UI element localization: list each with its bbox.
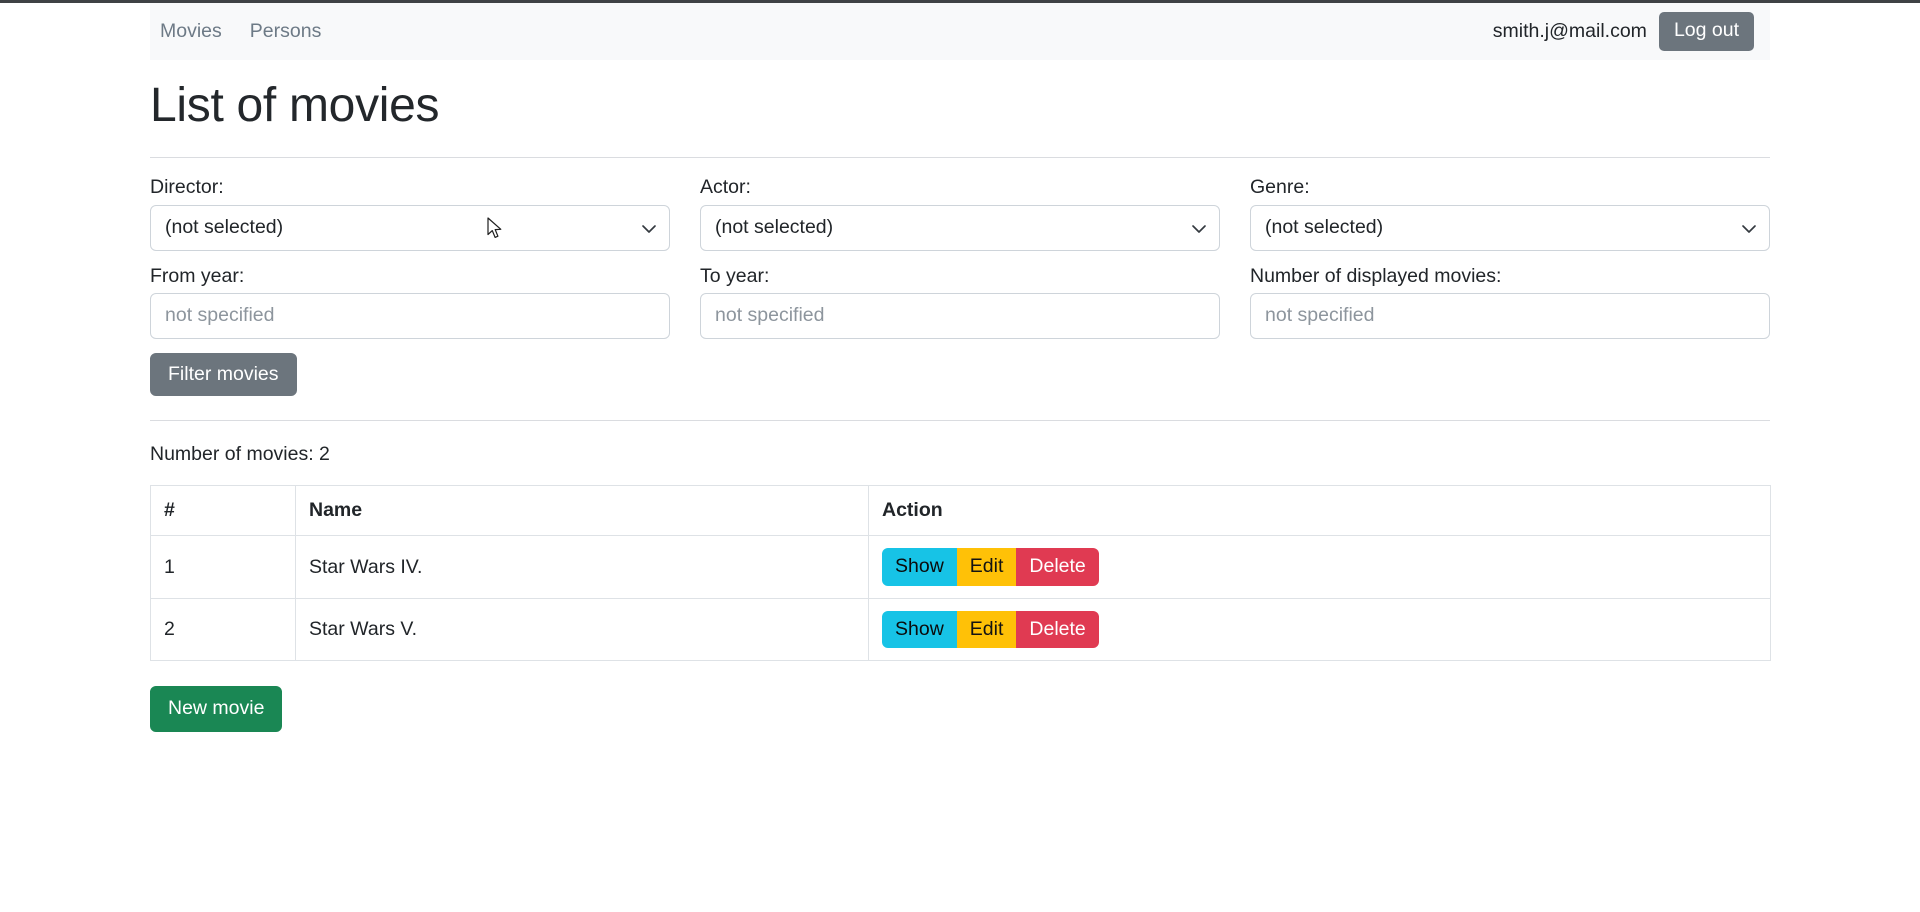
divider-middle	[150, 420, 1770, 422]
nav-link-persons[interactable]: Persons	[248, 18, 324, 46]
edit-button[interactable]: Edit	[956, 548, 1017, 586]
to-year-label: To year:	[700, 264, 770, 287]
director-label: Director:	[150, 176, 224, 199]
delete-button[interactable]: Delete	[1016, 548, 1099, 586]
filter-field-director: Director: (not selected)	[150, 175, 670, 251]
movies-table-body: 1 Star Wars IV. Show Edit Delete 2 Star …	[150, 535, 1771, 662]
genre-selected-value: (not selected)	[1265, 216, 1384, 239]
nav-link-movies[interactable]: Movies	[158, 18, 224, 46]
cell-index: 1	[150, 535, 296, 599]
action-button-group: Show Edit Delete	[882, 610, 1099, 649]
new-movie-button[interactable]: New movie	[150, 686, 283, 732]
filter-movies-button[interactable]: Filter movies	[150, 352, 297, 397]
cell-action: Show Edit Delete	[868, 535, 1771, 599]
chevron-down-icon	[641, 220, 657, 236]
number-displayed-label: Number of displayed movies:	[1250, 264, 1502, 287]
cell-index: 2	[150, 597, 296, 662]
from-year-label: From year:	[150, 264, 245, 287]
actor-select[interactable]: (not selected)	[700, 204, 1220, 251]
navbar-user-area: smith.j@mail.com Log out	[1492, 12, 1754, 51]
table-row: 1 Star Wars IV. Show Edit Delete	[150, 535, 1771, 599]
chevron-down-icon	[1191, 220, 1207, 236]
filter-field-actor: Actor: (not selected)	[700, 175, 1220, 251]
action-button-group: Show Edit Delete	[882, 548, 1099, 586]
number-displayed-input[interactable]	[1250, 292, 1770, 339]
content-container: List of movies Director: (not selected) …	[150, 60, 1771, 732]
cell-name: Star Wars V.	[295, 597, 869, 662]
filter-field-number-displayed: Number of displayed movies:	[1250, 264, 1770, 339]
column-header-name: Name	[295, 485, 869, 537]
from-year-input[interactable]	[150, 292, 670, 339]
chevron-down-icon	[1741, 220, 1757, 236]
page-title: List of movies	[150, 79, 440, 132]
cell-action: Show Edit Delete	[868, 597, 1771, 662]
filter-field-to-year: To year:	[700, 264, 1220, 339]
filter-field-genre: Genre: (not selected)	[1250, 175, 1770, 251]
column-header-action: Action	[868, 485, 1771, 537]
actor-label: Actor:	[700, 176, 751, 199]
to-year-input[interactable]	[700, 292, 1220, 339]
director-selected-value: (not selected)	[165, 216, 284, 239]
filter-form: Director: (not selected) Actor: (not sel…	[150, 175, 1770, 397]
filter-field-from-year: From year:	[150, 264, 670, 339]
page-body: Movies Persons smith.j@mail.com Log out …	[0, 3, 1920, 912]
column-header-index: #	[150, 485, 296, 537]
filter-row-inputs: From year: To year: Number of displayed …	[150, 264, 1770, 339]
table-header-row: # Name Action	[150, 485, 1771, 537]
movies-table: # Name Action 1 Star Wars IV. Show Edit …	[150, 485, 1771, 662]
delete-button[interactable]: Delete	[1016, 610, 1099, 649]
actor-selected-value: (not selected)	[715, 216, 834, 239]
show-button[interactable]: Show	[882, 610, 957, 649]
logout-button[interactable]: Log out	[1658, 12, 1754, 51]
navbar: Movies Persons smith.j@mail.com Log out	[150, 3, 1770, 60]
cell-name: Star Wars IV.	[295, 535, 869, 599]
director-select[interactable]: (not selected)	[150, 204, 670, 251]
movies-table-head: # Name Action	[150, 485, 1771, 537]
navbar-links: Movies Persons	[158, 18, 323, 46]
table-row: 2 Star Wars V. Show Edit Delete	[150, 597, 1771, 662]
filter-row-selects: Director: (not selected) Actor: (not sel…	[150, 175, 1770, 251]
divider-top	[150, 157, 1770, 159]
genre-select[interactable]: (not selected)	[1250, 204, 1770, 251]
user-email: smith.j@mail.com	[1492, 19, 1647, 42]
show-button[interactable]: Show	[882, 548, 957, 586]
movies-count-text: Number of movies: 2	[150, 443, 330, 466]
genre-label: Genre:	[1250, 176, 1310, 199]
filter-row-spacer	[150, 251, 1770, 264]
edit-button[interactable]: Edit	[956, 610, 1017, 649]
